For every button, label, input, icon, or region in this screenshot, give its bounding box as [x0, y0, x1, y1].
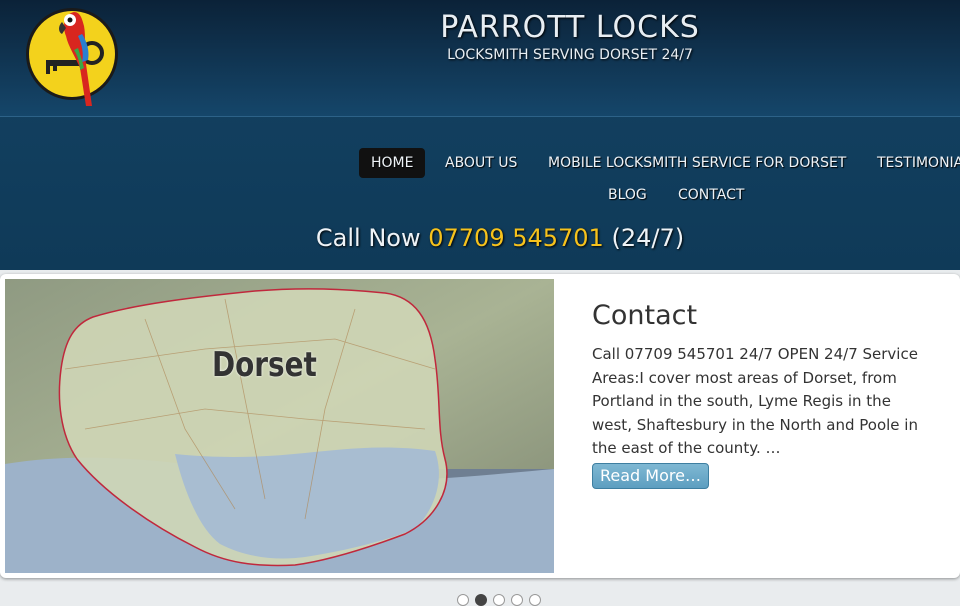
site-tagline: LOCKSMITH SERVING DORSET 24/7: [447, 47, 693, 63]
nav-item-about-us[interactable]: ABOUT US: [433, 148, 529, 178]
call-now-banner: Call Now 07709 545701 (24/7): [0, 224, 960, 252]
call-now-prefix: Call Now: [315, 224, 421, 252]
slide-title[interactable]: Contact: [592, 300, 697, 331]
nav-item-mobile-locksmith-service[interactable]: MOBILE LOCKSMITH SERVICE FOR DORSET: [536, 148, 858, 178]
slider-dot-2[interactable]: [475, 594, 487, 606]
site-title[interactable]: PARROTT LOCKS: [400, 10, 740, 45]
nav-item-home[interactable]: HOME: [359, 148, 426, 178]
slider-dot-3[interactable]: [493, 594, 505, 606]
slider-dot-4[interactable]: [511, 594, 523, 606]
read-more-button[interactable]: Read More…: [592, 463, 709, 489]
slide-excerpt: Call 07709 545701 24/7 OPEN 24/7 Service…: [592, 345, 918, 457]
call-now-suffix: (24/7): [611, 224, 685, 252]
nav-item-contact[interactable]: CONTACT: [666, 180, 756, 210]
parrot-logo[interactable]: [24, 6, 120, 106]
phone-number[interactable]: 07709 545701: [428, 224, 604, 252]
nav-item-testimonials[interactable]: TESTIMONIALS: [865, 148, 960, 178]
site-header: PARROTT LOCKS LOCKSMITH SERVING DORSET 2…: [0, 0, 960, 270]
main-nav: HOME ABOUT US MOBILE LOCKSMITH SERVICE F…: [0, 146, 960, 216]
nav-item-blog[interactable]: BLOG: [596, 180, 659, 210]
map-label: Dorset: [212, 345, 317, 385]
dorset-map-image[interactable]: Dorset: [5, 279, 554, 573]
slider-dot-1[interactable]: [457, 594, 469, 606]
slider-dot-5[interactable]: [529, 594, 541, 606]
